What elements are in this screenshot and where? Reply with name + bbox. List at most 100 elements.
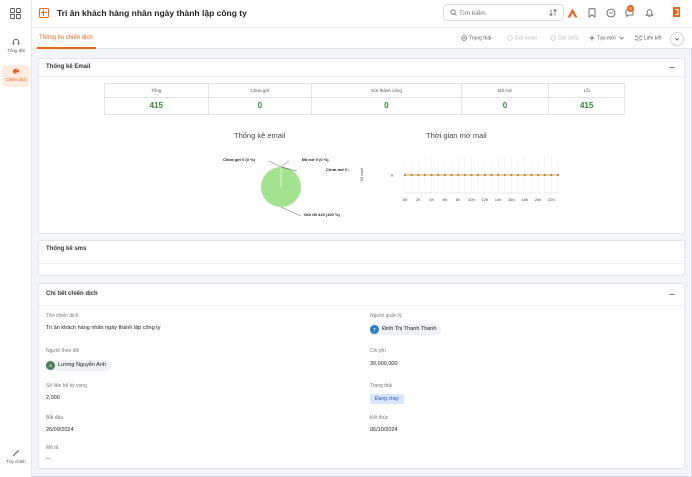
bell-icon[interactable] xyxy=(645,8,654,18)
campaign-name-label: Tên chiến dịch xyxy=(46,313,79,319)
pie-callout-line xyxy=(280,160,290,168)
sidebar-item-call-center[interactable]: Tổng đài xyxy=(2,36,30,58)
data-point[interactable] xyxy=(516,173,520,177)
stat-label: Chưa gửi xyxy=(208,88,312,98)
divider xyxy=(39,305,684,306)
headset-icon xyxy=(12,38,20,45)
data-point[interactable] xyxy=(410,173,413,177)
avatar: T xyxy=(370,325,379,334)
expected-contacts-label: Số liên hệ kỳ vọng xyxy=(46,383,87,389)
create-new-label: Tạo mới xyxy=(597,35,616,42)
user-avatar-logo-icon[interactable] xyxy=(671,6,682,18)
description-value: -- xyxy=(46,456,50,462)
data-point[interactable] xyxy=(543,173,546,177)
pie-slice-label: Chưa mở 0 (0 %) xyxy=(326,167,349,172)
data-point[interactable] xyxy=(403,173,407,177)
stat-value: 0 xyxy=(257,101,263,110)
data-point[interactable] xyxy=(556,173,560,177)
x-tick-label: 12h xyxy=(481,197,488,202)
bookmark-icon[interactable] xyxy=(588,8,596,18)
status-action-button[interactable]: Trạng thái xyxy=(461,35,491,41)
cost-value: 30,000,000 xyxy=(370,361,398,367)
campaign-name-value: Tri ân khách hàng nhân ngày thành lập cô… xyxy=(46,325,161,331)
data-point[interactable] xyxy=(457,173,460,177)
tab-campaign-info[interactable]: Thông tin chiến dịch xyxy=(39,35,93,41)
apps-grid-icon[interactable] xyxy=(10,8,21,19)
data-point[interactable] xyxy=(483,173,486,177)
send-email-button[interactable]: Gửi email xyxy=(507,35,537,41)
stat-error: Lỗi 415 xyxy=(549,84,624,114)
campaign-details-card: Chi tiết chiến dịch Tên chiến dịch Tri â… xyxy=(38,283,685,469)
data-point[interactable] xyxy=(470,173,473,177)
data-point[interactable] xyxy=(550,173,553,177)
chat-icon[interactable] xyxy=(606,8,616,18)
pie-chart-title: Thống kê email xyxy=(234,131,286,140)
pie-slice-label: Đã mở 0 (0 %) xyxy=(302,157,329,162)
collapse-section-button[interactable] xyxy=(669,67,675,68)
x-tick-label: 18h xyxy=(521,197,528,202)
chevron-down-icon xyxy=(619,36,624,40)
data-point[interactable] xyxy=(430,173,433,177)
tab-active-indicator xyxy=(37,47,96,49)
search-box[interactable] xyxy=(443,4,564,21)
sidebar-item-campaigns[interactable]: Chiến dịch xyxy=(2,65,30,87)
cost-label: Chi phí xyxy=(370,348,386,354)
stat-sent-success: Gửi thành công 0 xyxy=(312,84,462,114)
stat-unsent: Chưa gửi 0 xyxy=(208,84,313,114)
collapse-button[interactable] xyxy=(670,32,684,46)
create-new-button[interactable]: Tạo mới xyxy=(589,35,626,41)
data-point[interactable] xyxy=(497,173,500,177)
data-point[interactable] xyxy=(437,173,440,177)
data-point[interactable] xyxy=(477,173,480,177)
data-point[interactable] xyxy=(417,173,420,177)
x-tick-label: 8h xyxy=(456,197,460,202)
top-header: Tri ân khách hàng nhân ngày thành lập cô… xyxy=(32,0,692,27)
x-tick-label: 20h xyxy=(535,197,542,202)
data-point[interactable] xyxy=(450,173,453,177)
stat-total: Tổng 415 xyxy=(105,84,209,114)
x-tick-label: 22h xyxy=(548,197,555,202)
search-icon xyxy=(450,9,457,16)
add-button[interactable] xyxy=(39,8,49,18)
data-point[interactable] xyxy=(443,173,447,177)
pie-slice-label: Gửi lỗi 415 (100 %) xyxy=(304,212,340,217)
stat-value: 415 xyxy=(149,101,163,110)
data-point[interactable] xyxy=(523,173,526,177)
data-point[interactable] xyxy=(530,173,533,177)
y-tick-label: 0 xyxy=(391,173,394,178)
pie-slice-label: Chưa gửi 0 (0 %) xyxy=(223,157,256,162)
sidebar-item-label: Tổng đài xyxy=(7,48,25,53)
start-date-value: 26/09/2024 xyxy=(46,427,74,433)
divider xyxy=(39,76,684,77)
divider xyxy=(39,263,684,264)
collapse-section-button[interactable] xyxy=(669,294,675,295)
sort-icon[interactable] xyxy=(549,9,557,16)
magic-wand-icon xyxy=(12,449,20,457)
send-email-label: Gửi email xyxy=(515,35,537,42)
end-date-label: Kết thúc xyxy=(370,415,389,421)
search-input[interactable] xyxy=(459,8,539,18)
send-sms-button[interactable]: Gửi SMS xyxy=(550,35,579,41)
data-point[interactable] xyxy=(536,173,540,177)
link-icon xyxy=(635,35,642,41)
description-label: Mô tả xyxy=(46,445,59,451)
data-point[interactable] xyxy=(510,173,513,177)
follower-chip[interactable]: A Lương Nguyễn Anh xyxy=(45,360,111,371)
data-point[interactable] xyxy=(490,173,493,177)
data-point[interactable] xyxy=(503,173,506,177)
stat-value: 0 xyxy=(384,101,389,110)
follower-label: Người theo dõi xyxy=(46,348,80,354)
x-tick-label: 4h xyxy=(429,197,433,202)
y-axis-label: Số mail xyxy=(359,168,364,181)
send-sms-label: Gửi SMS xyxy=(558,35,579,42)
data-point[interactable] xyxy=(423,173,427,177)
email-stats-card: Thống kê Email Tổng 415 Chưa gửi 0 Gửi t… xyxy=(38,58,685,234)
sidebar-item-customize[interactable]: Tùy chỉnh xyxy=(2,447,30,469)
avatar: A xyxy=(46,361,55,370)
manager-chip[interactable]: T Đinh Thị Thanh Thanh xyxy=(369,324,442,335)
link-button[interactable]: Liên kết xyxy=(635,35,662,41)
data-point[interactable] xyxy=(463,173,466,177)
start-date-label: Bắt đầu xyxy=(46,415,64,421)
email-pie-chart: Chưa gửi 0 (0 %) Đã mở 0 (0 %) Chưa mở 0 (… xyxy=(223,157,349,217)
chevron-down-icon xyxy=(674,37,680,41)
